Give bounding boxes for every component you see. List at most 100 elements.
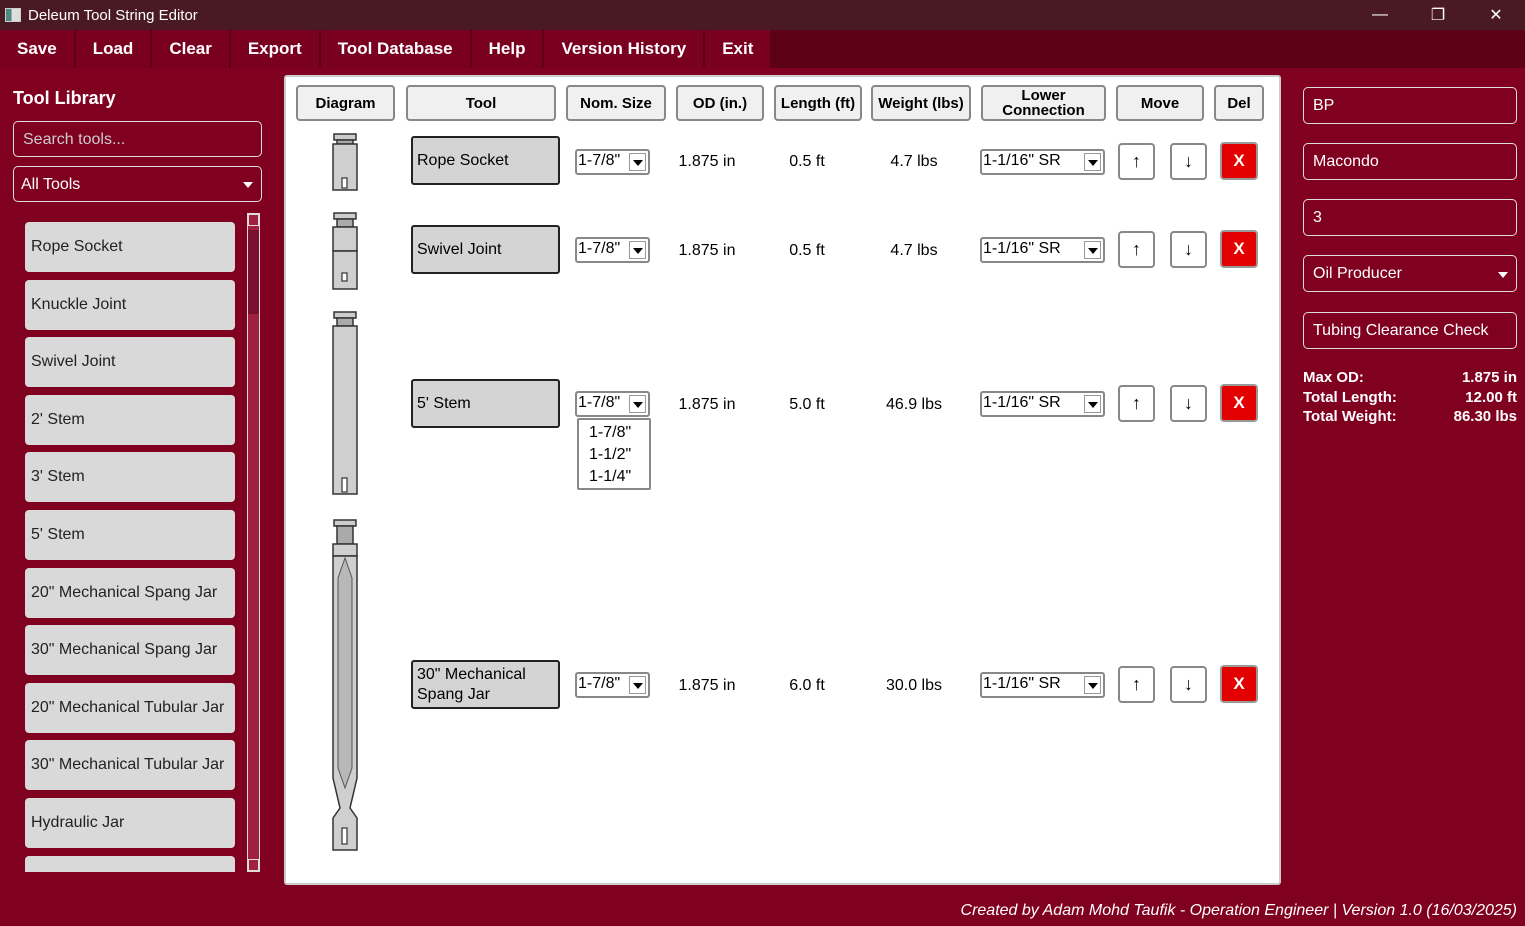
max-od-value: 1.875 in	[1461, 369, 1517, 386]
tool-library-title: Tool Library	[13, 88, 116, 108]
total-weight-label: Total Weight:	[1303, 408, 1397, 425]
rope-socket-diagram	[332, 133, 358, 191]
lower-connection-select[interactable]: 1-1/16" SR	[980, 149, 1105, 175]
library-item-hydraulic-jar[interactable]: Hydraulic Jar	[25, 797, 235, 848]
chevron-down-icon	[629, 676, 646, 694]
library-item-30-spang-jar[interactable]: 30" Mechanical Spang Jar	[25, 625, 235, 676]
menu-load[interactable]: Load	[75, 30, 151, 68]
move-down-button[interactable]: ↓	[1170, 666, 1207, 703]
move-down-button[interactable]: ↓	[1170, 385, 1207, 422]
menu-tool-database[interactable]: Tool Database	[320, 30, 470, 68]
library-item-30-tubular-jar[interactable]: 30" Mechanical Tubular Jar	[25, 740, 235, 791]
weight-value: 46.9 lbs	[885, 396, 943, 413]
header-diagram: Diagram	[296, 85, 395, 121]
nom-size-value: 1-7/8"	[578, 394, 621, 411]
menu-save[interactable]: Save	[0, 30, 74, 68]
library-item-20-tubular-jar[interactable]: 20" Mechanical Tubular Jar	[25, 682, 235, 733]
menu-export[interactable]: Export	[230, 30, 319, 68]
dropdown-option[interactable]: 1-7/8"	[589, 422, 649, 444]
nom-size-select-open[interactable]: 1-7/8"	[575, 391, 650, 417]
weight-value: 4.7 lbs	[890, 242, 938, 259]
library-item-swivel-joint[interactable]: Swivel Joint	[25, 337, 235, 388]
dropdown-option[interactable]: 1-1/2"	[589, 444, 649, 466]
max-od-label: Max OD:	[1303, 369, 1364, 386]
minimize-icon[interactable]: —	[1351, 0, 1409, 30]
tubing-clearance-check-button[interactable]: Tubing Clearance Check	[1303, 312, 1517, 349]
tool-name-5-stem[interactable]: 5' Stem	[411, 379, 560, 428]
move-down-button[interactable]: ↓	[1170, 143, 1207, 180]
lower-connection-value: 1-1/16" SR	[983, 152, 1061, 169]
nom-size-dropdown-list: 1-7/8" 1-1/2" 1-1/4"	[577, 418, 651, 490]
search-input[interactable]: Search tools...	[13, 121, 262, 157]
nom-size-select[interactable]: 1-7/8"	[575, 672, 650, 698]
header-move: Move	[1116, 85, 1204, 121]
chevron-down-icon	[1498, 272, 1508, 278]
weight-value: 4.7 lbs	[890, 153, 938, 170]
header-nom-size: Nom. Size	[566, 85, 666, 121]
delete-button[interactable]: X	[1220, 142, 1258, 180]
library-item-knuckle-joint[interactable]: Knuckle Joint	[25, 279, 235, 330]
move-up-button[interactable]: ↑	[1118, 666, 1155, 703]
header-od: OD (in.)	[676, 85, 764, 121]
delete-button[interactable]: X	[1220, 665, 1258, 703]
close-icon[interactable]: ✕	[1467, 0, 1525, 30]
menu-version-history[interactable]: Version History	[544, 30, 704, 68]
length-value: 0.5 ft	[789, 153, 825, 170]
run-field[interactable]: 3	[1303, 199, 1517, 236]
well-type-select[interactable]: Oil Producer	[1303, 255, 1517, 292]
menu-clear[interactable]: Clear	[152, 30, 229, 68]
tool-name-rope-socket[interactable]: Rope Socket	[411, 136, 560, 185]
lower-connection-select[interactable]: 1-1/16" SR	[980, 672, 1105, 698]
library-item-3-stem[interactable]: 3' Stem	[25, 452, 235, 503]
stem-diagram	[332, 311, 358, 495]
move-up-button[interactable]: ↑	[1118, 231, 1155, 268]
tool-string-panel: Diagram Tool Nom. Size OD (in.) Length (…	[284, 75, 1281, 885]
library-item-20-spang-jar[interactable]: 20" Mechanical Spang Jar	[25, 567, 235, 618]
weight-value: 30.0 lbs	[885, 677, 943, 694]
od-value: 1.875 in	[678, 242, 736, 259]
move-down-button[interactable]: ↓	[1170, 231, 1207, 268]
od-value: 1.875 in	[678, 396, 736, 413]
nom-size-select[interactable]: 1-7/8"	[575, 237, 650, 263]
lower-connection-select[interactable]: 1-1/16" SR	[980, 237, 1105, 263]
chevron-down-icon	[1084, 676, 1101, 694]
menu-exit[interactable]: Exit	[705, 30, 771, 68]
library-item-2-stem[interactable]: 2' Stem	[25, 394, 235, 445]
library-item-rope-socket[interactable]: Rope Socket	[25, 222, 235, 272]
tool-name-swivel-joint[interactable]: Swivel Joint	[411, 225, 560, 274]
delete-button[interactable]: X	[1220, 230, 1258, 268]
header-del: Del	[1214, 85, 1264, 121]
dropdown-option[interactable]: 1-1/4"	[589, 466, 649, 488]
library-item-5-stem[interactable]: 5' Stem	[25, 509, 235, 560]
header-lower-line2: Connection	[1002, 102, 1085, 119]
nom-size-select[interactable]: 1-7/8"	[575, 149, 650, 175]
window-title: Deleum Tool String Editor	[28, 6, 198, 24]
title-bar: Deleum Tool String Editor — ❐ ✕	[0, 0, 1525, 30]
well-field[interactable]: Macondo	[1303, 143, 1517, 180]
move-up-button[interactable]: ↑	[1118, 143, 1155, 180]
menu-bar: Save Load Clear Export Tool Database Hel…	[0, 30, 1525, 68]
length-value: 6.0 ft	[789, 677, 825, 694]
scroll-down-arrow[interactable]	[248, 859, 259, 871]
scroll-thumb[interactable]	[248, 230, 259, 314]
spang-jar-diagram	[332, 519, 358, 851]
menu-help[interactable]: Help	[471, 30, 543, 68]
company-field[interactable]: BP	[1303, 87, 1517, 124]
header-lower-line1: Lower	[1021, 87, 1066, 104]
tool-name-30-spang-jar[interactable]: 30" Mechanical Spang Jar	[411, 660, 560, 709]
od-value: 1.875 in	[678, 153, 736, 170]
chevron-down-icon	[629, 153, 646, 171]
tool-filter-select[interactable]: All Tools	[13, 166, 262, 202]
chevron-down-icon	[243, 182, 253, 188]
chevron-down-icon	[1084, 395, 1101, 413]
move-up-button[interactable]: ↑	[1118, 385, 1155, 422]
chevron-down-icon	[629, 241, 646, 259]
library-item-partial[interactable]	[25, 855, 235, 872]
delete-button[interactable]: X	[1220, 384, 1258, 422]
restore-icon[interactable]: ❐	[1409, 0, 1467, 30]
total-length-value: 12.00 ft	[1465, 388, 1517, 406]
chevron-down-icon	[629, 395, 646, 413]
scroll-up-arrow[interactable]	[248, 214, 259, 226]
library-scrollbar[interactable]	[247, 213, 260, 872]
lower-connection-select[interactable]: 1-1/16" SR	[980, 391, 1105, 417]
